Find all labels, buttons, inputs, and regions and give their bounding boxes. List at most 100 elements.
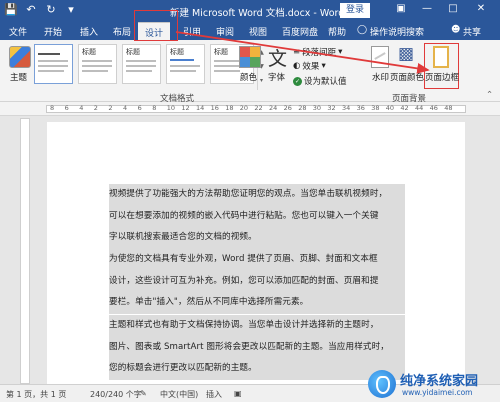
effects-label: 效果 (302, 62, 320, 72)
text-line: 主题和样式也有助于文档保持协调。当您单击设计并选择新的主题时， (109, 315, 405, 337)
brand-name: 纯净系统家园 (400, 374, 479, 389)
style-set-thumb[interactable]: 标题 (122, 44, 161, 84)
themes-button[interactable]: 主题 (10, 71, 27, 83)
style-set-title: 标题 (170, 48, 184, 56)
customize-icon[interactable]: ▾ (64, 3, 78, 17)
text-line: 字以联机搜索最适合您的文档的视频。 (109, 227, 405, 249)
brand-url: www.yidaimei.com (402, 388, 473, 397)
chevron-down-icon: ▾ (321, 61, 326, 71)
maximize-icon[interactable]: □ (446, 3, 460, 14)
input-mode[interactable]: 插入 (206, 389, 222, 400)
ruler-number: 42 (400, 104, 409, 112)
effects-button[interactable]: ◐ 效果 ▾ (293, 60, 326, 72)
ruler-number: 48 (444, 104, 453, 112)
document-title: 新建 Microsoft Word 文档.docx - Word (170, 8, 345, 19)
set-default-label: 设为默认值 (304, 77, 347, 87)
chevron-down-icon: ▾ (338, 47, 343, 57)
save-icon[interactable]: 💾 (4, 3, 18, 17)
ruler-number: 30 (312, 104, 322, 112)
ruler-number: 6 (64, 104, 69, 112)
paragraph-spacing-button[interactable]: ≡ 段落间距 ▾ (293, 46, 342, 58)
ruler-number: 10 (166, 104, 176, 112)
page-border-button[interactable]: 页面边框 (425, 71, 459, 83)
style-set-thumb[interactable]: 标题 (166, 44, 205, 84)
login-button[interactable]: 登录 (340, 3, 370, 18)
ruler-number: 26 (283, 104, 292, 112)
macro-icon[interactable]: ▣ (234, 389, 242, 398)
page-count[interactable]: 第 1 页，共 1 页 (6, 389, 66, 400)
text-line: 视频提供了功能强大的方法帮助您证明您的观点。当您单击联机视频时， (109, 184, 405, 206)
tab-help[interactable]: 帮助 (328, 25, 346, 38)
paragraph-3: 主题和样式也有助于文档保持协调。当您单击设计并选择新的主题时， 图片、图表或 S… (109, 315, 405, 380)
ruler-number: 24 (269, 104, 278, 112)
watermark-button[interactable]: 水印 (372, 71, 389, 83)
page-color-icon[interactable]: ▩ (398, 44, 414, 64)
style-set-title: 标题 (126, 48, 140, 56)
watermark-icon[interactable] (371, 46, 389, 68)
quick-access-toolbar: 💾 ↶ ↻ ▾ (4, 3, 78, 17)
undo-icon[interactable]: ↶ (24, 3, 38, 17)
tab-view[interactable]: 视图 (249, 25, 267, 38)
ruler-number: 46 (429, 104, 438, 112)
minimize-icon[interactable]: — (420, 3, 434, 14)
colors-icon[interactable] (239, 46, 261, 68)
document-page[interactable]: 视频提供了功能强大的方法帮助您证明您的观点。当您单击联机视频时， 可以在想要添加… (47, 122, 465, 384)
paragraph-1: 视频提供了功能强大的方法帮助您证明您的观点。当您单击联机视频时， 可以在想要添加… (109, 184, 405, 249)
lightbulb-icon: ◯ (357, 25, 368, 35)
horizontal-ruler[interactable]: 8 6 4 2 2 4 6 8 10 12 14 16 18 20 22 24 26 28 30 32 34 36 38 40… (0, 102, 500, 116)
tell-me-search[interactable]: 操作说明搜索 (370, 25, 424, 38)
ruler-number: 12 (181, 104, 190, 112)
ruler-number: 6 (137, 104, 142, 112)
site-watermark: 纯净系统家园 www.yidaimei.com (368, 366, 500, 402)
tab-file[interactable]: 文件 (9, 25, 27, 38)
themes-icon[interactable] (9, 46, 31, 68)
ruler-number: 4 (123, 104, 128, 112)
tab-home[interactable]: 开始 (44, 25, 62, 38)
style-set-thumb[interactable]: 标题 (78, 44, 117, 84)
share-button[interactable]: 共享 (463, 25, 481, 38)
colors-button[interactable]: 颜色 (240, 71, 257, 83)
ruler-number: 2 (108, 104, 113, 112)
check-icon: ✓ (293, 76, 302, 86)
close-icon[interactable]: ✕ (474, 3, 488, 14)
paragraph-2: 为使您的文档具有专业外观，Word 提供了页眉、页脚、封面和文本框 设计，这些设… (109, 249, 405, 314)
vertical-ruler[interactable] (20, 118, 30, 384)
style-set-thumb[interactable] (34, 44, 73, 84)
style-set-title: 标题 (82, 48, 96, 56)
effects-icon: ◐ (293, 61, 301, 71)
ruler-number: 14 (196, 104, 205, 112)
style-set-gallery: 标题 标题 标题 标题 ▲ ▼ ▾ (34, 44, 264, 92)
word-count[interactable]: 240/240 个字 (90, 389, 142, 400)
tab-insert[interactable]: 插入 (80, 25, 98, 38)
fonts-icon[interactable]: 文 (268, 44, 287, 71)
ruler-number: 20 (239, 104, 249, 112)
tab-references[interactable]: 引用 (183, 25, 201, 38)
ruler-number: 16 (210, 104, 219, 112)
collapse-ribbon-icon[interactable]: ⌃ (486, 90, 493, 100)
ruler-number: 44 (415, 104, 424, 112)
language-indicator[interactable]: 中文(中国) (160, 389, 198, 400)
set-default-button[interactable]: ✓ 设为默认值 (293, 75, 347, 87)
paragraph-spacing-icon: ≡ (293, 47, 301, 57)
ruler-number: 18 (225, 104, 234, 112)
tab-design[interactable]: 设计 (138, 22, 171, 40)
style-set-title: 标题 (214, 48, 228, 56)
tab-baidu-netdisk[interactable]: 百度网盘 (282, 25, 318, 38)
page-border-icon[interactable] (433, 46, 449, 68)
paragraph-spacing-label: 段落间距 (302, 48, 337, 58)
ribbon-options-icon[interactable]: ▣ (394, 3, 408, 14)
page-color-button[interactable]: 页面颜色 (390, 71, 424, 83)
ruler-number: 8 (50, 104, 55, 112)
text-line: 要栏。单击"插入"，然后从不同库中选择所需元素。 (109, 292, 405, 314)
redo-icon[interactable]: ↻ (44, 3, 58, 17)
proofing-icon[interactable]: ✎ (140, 389, 147, 398)
ribbon-tabs: 文件 开始 插入 布局 设计 引用 审阅 视图 百度网盘 帮助 ◯ 操作说明搜索… (0, 22, 500, 40)
share-icon[interactable]: ☻ (451, 25, 460, 35)
text-line: 设计，这些设计可互为补充。例如，您可以添加匹配的封面、页眉和提 (109, 270, 405, 292)
ruler-number: 4 (79, 104, 84, 112)
tab-layout[interactable]: 布局 (113, 25, 131, 38)
ruler-number: 38 (371, 104, 380, 112)
fonts-button[interactable]: 字体 (268, 71, 285, 83)
brand-logo-icon (368, 370, 396, 398)
tab-review[interactable]: 审阅 (216, 25, 234, 38)
